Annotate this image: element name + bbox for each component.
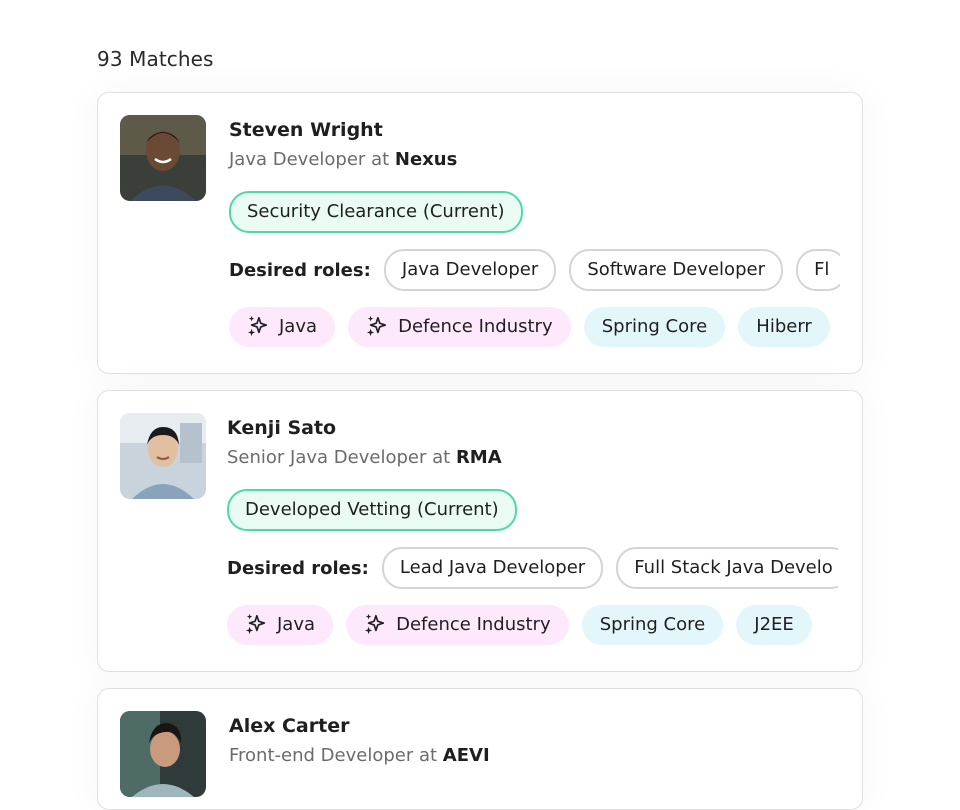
skill-label: Defence Industry — [396, 614, 551, 635]
skill-chip[interactable]: Java — [227, 605, 334, 645]
desired-roles-label: Desired roles: — [229, 259, 371, 281]
skill-label: Defence Industry — [398, 316, 553, 337]
avatar[interactable] — [120, 711, 206, 797]
role-title: Senior Java Developer — [227, 447, 427, 468]
candidate-card[interactable]: Alex Carter Front-end Developer at AEVI — [97, 688, 863, 810]
desired-role-chip[interactable]: Java Developer — [383, 249, 557, 291]
role-company: RMA — [455, 447, 502, 468]
skill-chip[interactable]: Java — [229, 307, 336, 347]
avatar[interactable] — [120, 413, 206, 499]
avatar[interactable] — [120, 115, 206, 201]
candidate-name[interactable]: Kenji Sato — [227, 415, 840, 441]
sparkle-icon — [247, 315, 268, 336]
skill-chip[interactable]: Defence Industry — [346, 605, 569, 645]
desired-role-chip[interactable]: Full Stack Java Develo — [616, 547, 838, 589]
candidate-role: Front-end Developer at AEVI — [229, 743, 840, 769]
role-title: Java Developer — [229, 149, 366, 170]
desired-role-chip[interactable]: Lead Java Developer — [381, 547, 604, 589]
skill-chip[interactable]: J2EE — [736, 605, 812, 645]
role-company: AEVI — [442, 745, 490, 766]
skill-chip[interactable]: Spring Core — [583, 307, 726, 347]
skill-chip[interactable]: Defence Industry — [348, 307, 571, 347]
skills-row: Java Defence Industry Spring Core J2EE — [227, 605, 838, 647]
candidate-role: Java Developer at Nexus — [229, 147, 840, 173]
desired-role-chip[interactable]: Software Developer — [569, 249, 783, 291]
role-title: Front-end Developer — [229, 745, 414, 766]
skills-row: Java Defence Industry Spring Core Hiberr — [229, 307, 840, 349]
clearance-badge: Security Clearance (Current) — [229, 191, 523, 233]
desired-roles-row: Desired roles: Java Developer Software D… — [229, 249, 840, 291]
sparkle-icon — [245, 613, 266, 634]
candidate-card[interactable]: Steven Wright Java Developer at Nexus Se… — [97, 92, 863, 374]
role-at: at — [418, 745, 438, 766]
role-at: at — [371, 149, 390, 170]
candidate-role: Senior Java Developer at RMA — [227, 445, 840, 471]
sparkle-icon — [367, 315, 387, 336]
candidate-name[interactable]: Steven Wright — [229, 117, 840, 143]
skill-chip[interactable]: Spring Core — [581, 605, 724, 645]
matches-count: 93 Matches — [97, 47, 214, 71]
role-at: at — [432, 447, 451, 468]
skill-label: Java — [279, 316, 318, 337]
sparkle-icon — [365, 613, 385, 634]
clearance-badge: Developed Vetting (Current) — [227, 489, 517, 531]
candidate-card[interactable]: Kenji Sato Senior Java Developer at RMA … — [97, 390, 863, 672]
candidate-name[interactable]: Alex Carter — [229, 713, 840, 739]
role-company: Nexus — [394, 149, 458, 170]
desired-roles-label: Desired roles: — [227, 557, 369, 579]
skill-chip[interactable]: Hiberr — [738, 307, 830, 347]
desired-role-chip[interactable]: Fl — [796, 249, 840, 291]
skill-label: Java — [277, 614, 316, 635]
desired-roles-row: Desired roles: Lead Java Developer Full … — [227, 547, 838, 589]
